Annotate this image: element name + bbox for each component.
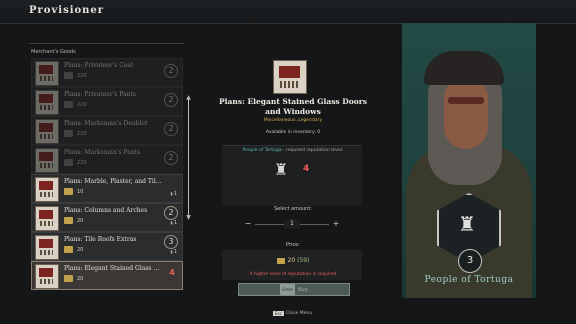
item-price: 20 bbox=[77, 218, 84, 224]
reputation-badge: 4 bbox=[169, 268, 175, 277]
reputation-badge: 2 bbox=[164, 64, 178, 78]
decrease-button[interactable]: − bbox=[243, 219, 253, 229]
gold-icon bbox=[64, 159, 73, 166]
price-label: Price: bbox=[286, 242, 300, 248]
item-name: Plans: Marksman's Pants bbox=[64, 149, 141, 156]
merchant-goods-panel: Merchant's Goods Plans: Privateer's Coat… bbox=[29, 43, 184, 299]
enter-key-icon: Enter bbox=[280, 284, 296, 295]
faction-tower-icon: ♜ bbox=[458, 212, 476, 236]
page-title: Provisioner bbox=[29, 5, 105, 16]
price-amount: 20 bbox=[287, 257, 296, 264]
title-bar: Provisioner bbox=[0, 0, 576, 24]
goods-list-item[interactable]: Plans: Marksman's Doublet 220 2 bbox=[31, 116, 183, 145]
reputation-warning: A higher level of reputation is required bbox=[249, 272, 337, 277]
buy-button[interactable]: Enter Buy bbox=[238, 283, 350, 296]
reputation-badge: 2 bbox=[164, 122, 178, 136]
faction-banner: ♜ 3 bbox=[402, 23, 536, 298]
owned-count: 1 bbox=[170, 220, 177, 226]
gold-icon bbox=[64, 188, 73, 195]
footer: Esc Close Menu bbox=[0, 308, 576, 324]
item-name: Plans: Tile Roofs Extras bbox=[64, 236, 137, 243]
item-name: Plans: Columns and Arches bbox=[64, 207, 148, 214]
gold-icon bbox=[276, 257, 285, 264]
plan-title: Plans: Elegant Stained Glass Doors and W… bbox=[219, 97, 367, 116]
plan-scroll-icon bbox=[35, 119, 59, 144]
reputation-text: - required reputation level: bbox=[281, 148, 344, 153]
goods-list: Plans: Privateer's Coat 220 2 Plans: Privat… bbox=[29, 56, 184, 299]
plan-type: Miscellaneous, Legendary bbox=[263, 118, 323, 123]
reputation-faction: People of Tortuga bbox=[242, 148, 282, 153]
faction-emblem-icon: ♜ bbox=[273, 160, 289, 179]
item-price: 220 bbox=[77, 73, 87, 79]
plan-scroll-icon bbox=[35, 61, 59, 86]
owned-gold: (59) bbox=[297, 257, 310, 264]
required-reputation-level: 4 bbox=[303, 164, 310, 174]
owned-count: 1 bbox=[170, 191, 177, 197]
goods-list-item[interactable]: Plans: Elegant Stained Glass Doors... 20 4 bbox=[31, 261, 183, 290]
item-name: Plans: Privateer's Pants bbox=[64, 91, 136, 98]
gold-icon bbox=[64, 275, 73, 282]
scroll-down-arrow-icon[interactable]: ▼ bbox=[185, 214, 192, 221]
plan-scroll-icon bbox=[273, 60, 307, 94]
owned-count: 1 bbox=[170, 249, 177, 255]
detail-panel: Plans: Elegant Stained Glass Doors and W… bbox=[196, 23, 390, 324]
reputation-box bbox=[222, 145, 362, 206]
goods-list-item[interactable]: Plans: Privateer's Pants 220 2 bbox=[31, 87, 183, 116]
goods-heading: Merchant's Goods bbox=[31, 49, 76, 55]
plan-scroll-icon bbox=[35, 264, 59, 289]
item-price: 10 bbox=[77, 189, 84, 195]
increase-button[interactable]: + bbox=[331, 219, 341, 229]
plan-scroll-icon bbox=[35, 177, 59, 202]
gold-icon bbox=[64, 101, 73, 108]
portrait-hat bbox=[424, 51, 504, 85]
item-price: 220 bbox=[77, 102, 87, 108]
plan-scroll-icon bbox=[35, 235, 59, 260]
inventory-count: Available in inventory: 0 bbox=[265, 130, 321, 135]
faction-level: 3 bbox=[458, 249, 482, 273]
esc-key-icon[interactable]: Esc bbox=[273, 311, 284, 316]
item-name: Plans: Privateer's Coat bbox=[64, 62, 134, 69]
reputation-badge: 2 bbox=[164, 151, 178, 165]
buy-label: Buy bbox=[298, 287, 308, 293]
item-name: Plans: Marble, Plaster, and Tile. Ba... bbox=[64, 178, 164, 185]
faction-name: People of Tortuga bbox=[424, 275, 514, 285]
gold-icon bbox=[64, 246, 73, 253]
item-price: 220 bbox=[77, 160, 87, 166]
goods-list-item[interactable]: Plans: Privateer's Coat 220 2 bbox=[31, 58, 183, 87]
reputation-badge: 3 bbox=[164, 235, 178, 249]
gold-icon bbox=[64, 72, 73, 79]
goods-list-item[interactable]: Plans: Marble, Plaster, and Tile. Ba... 1… bbox=[31, 174, 183, 203]
reputation-requirement: People of Tortuga - required reputation … bbox=[216, 148, 370, 153]
quantity-stepper[interactable]: − 1 + bbox=[239, 219, 349, 231]
goods-scrollbar[interactable] bbox=[188, 98, 189, 218]
reputation-badge: 2 bbox=[164, 206, 178, 220]
quantity-value[interactable]: 1 bbox=[284, 219, 300, 229]
item-price: 220 bbox=[77, 131, 87, 137]
select-amount-label: Select amount: bbox=[274, 206, 312, 212]
plan-scroll-icon bbox=[35, 90, 59, 115]
plan-scroll-icon bbox=[35, 206, 59, 231]
close-menu-label[interactable]: Close Menu bbox=[286, 311, 312, 316]
goods-list-item[interactable]: Plans: Marksman's Pants 220 2 bbox=[31, 145, 183, 174]
gold-icon bbox=[64, 130, 73, 137]
gold-icon bbox=[64, 217, 73, 224]
item-price: 20 bbox=[77, 247, 84, 253]
portrait-face bbox=[444, 79, 488, 149]
price-value: 20 (59) bbox=[196, 257, 390, 264]
plan-scroll-icon bbox=[35, 148, 59, 173]
goods-list-item[interactable]: Plans: Tile Roofs Extras 20 31 bbox=[31, 232, 183, 261]
item-price: 20 bbox=[77, 276, 84, 282]
goods-list-item[interactable]: Plans: Columns and Arches 20 21 bbox=[31, 203, 183, 232]
item-name: Plans: Marksman's Doublet bbox=[64, 120, 148, 127]
item-name: Plans: Elegant Stained Glass Doors... bbox=[64, 265, 164, 272]
reputation-badge: 2 bbox=[164, 93, 178, 107]
